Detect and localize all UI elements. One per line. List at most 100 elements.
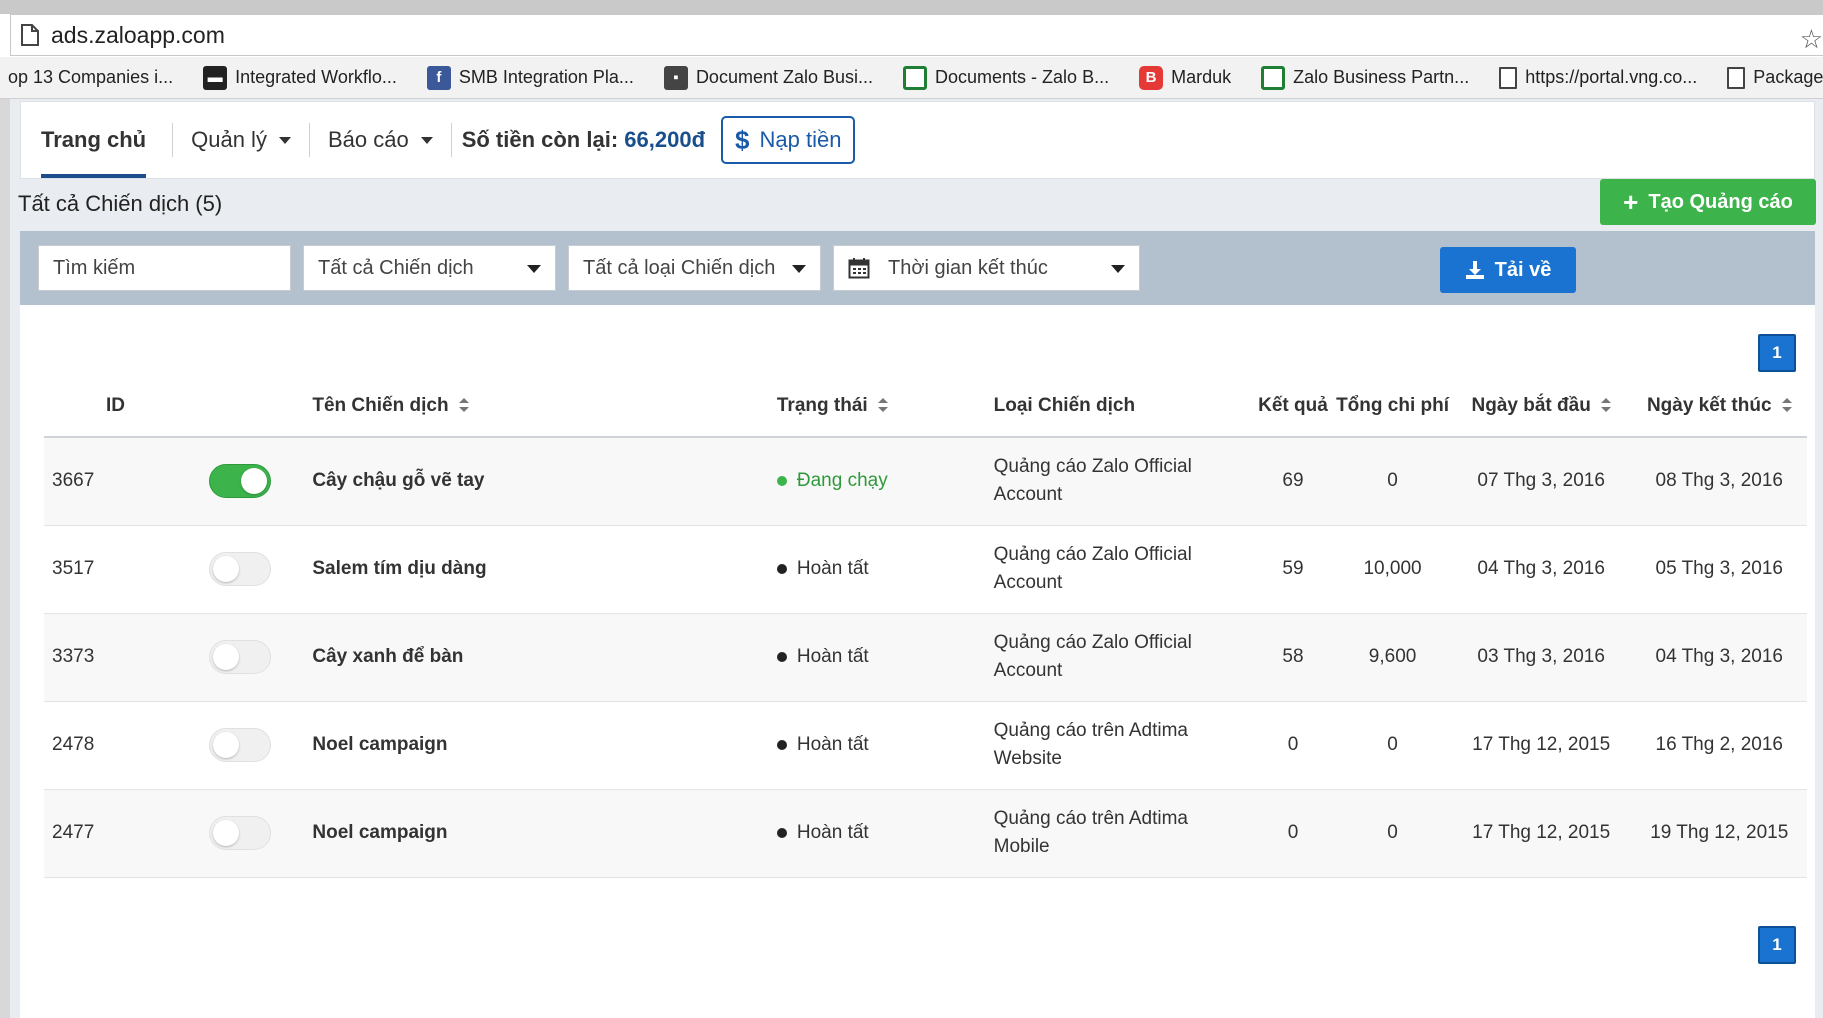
nav-manage[interactable]: Quản lý xyxy=(191,102,291,178)
sort-icon[interactable] xyxy=(1600,398,1611,413)
campaign-result: 69 xyxy=(1251,437,1335,526)
sort-icon[interactable] xyxy=(458,398,469,413)
column-header-start-date[interactable]: Ngày bắt đầu xyxy=(1450,375,1632,438)
campaign-filter-select[interactable]: Tất cả Chiến dịch xyxy=(303,245,556,291)
bookmark-item[interactable]: B Marduk xyxy=(1139,65,1231,90)
campaign-cost: 10,000 xyxy=(1334,525,1451,614)
download-button[interactable]: Tải về xyxy=(1440,247,1576,293)
campaign-status: Hoàn tất xyxy=(776,525,994,614)
campaign-status: Hoàn tất xyxy=(776,701,994,790)
page-icon xyxy=(21,24,39,46)
address-url[interactable]: ads.zaloapp.com xyxy=(51,22,225,49)
column-header-start-label: Ngày bắt đầu xyxy=(1471,394,1591,416)
bookmark-item[interactable]: Zalo Business Partn... xyxy=(1261,65,1470,90)
campaign-start-date: 07 Thg 3, 2016 xyxy=(1450,437,1632,526)
campaign-filter-value: Tất cả Chiến dịch xyxy=(318,256,474,279)
page-icon xyxy=(1499,66,1518,89)
column-header-end-label: Ngày kết thúc xyxy=(1646,394,1772,416)
folder-icon: ▪ xyxy=(663,65,688,90)
end-date-select[interactable]: Thời gian kết thúc xyxy=(833,245,1140,291)
page-icon xyxy=(1727,66,1746,89)
bookmark-label: op 13 Companies i... xyxy=(8,67,174,87)
spreadsheet-icon xyxy=(1261,65,1286,90)
campaign-toggle[interactable] xyxy=(209,816,272,850)
calendar-icon xyxy=(848,257,870,279)
campaign-type-line: Quảng cáo Zalo Official xyxy=(993,456,1192,478)
campaign-toggle[interactable] xyxy=(209,464,272,499)
campaign-toggle[interactable] xyxy=(209,640,272,674)
bookmark-label: Zalo Business Partn... xyxy=(1293,67,1470,87)
campaign-status: Hoàn tất xyxy=(776,613,994,702)
column-header-end-date[interactable]: Ngày kết thúc xyxy=(1631,375,1807,438)
campaign-toggle[interactable] xyxy=(209,552,272,586)
column-header-name[interactable]: Tên Chiến dịch xyxy=(312,375,777,438)
topup-button[interactable]: $ Nạp tiền xyxy=(721,116,856,164)
campaign-status-label: Hoàn tất xyxy=(796,646,869,667)
bookmark-item[interactable]: Documents - Zalo B... xyxy=(903,65,1109,90)
nav-divider xyxy=(308,123,310,157)
browser-frame xyxy=(0,0,1823,14)
nav-report[interactable]: Báo cáo xyxy=(328,102,433,178)
campaign-type: Quảng cáo Zalo Official Account xyxy=(993,613,1252,702)
campaign-result: 0 xyxy=(1251,701,1335,790)
bookmark-label: SMB Integration Pla... xyxy=(458,67,634,87)
column-header-status[interactable]: Trạng thái xyxy=(776,375,994,438)
campaign-table-panel: 1 ID Tên Chiến dịch Trạng thái Loại Chiế… xyxy=(20,305,1815,1018)
campaign-end-date: 19 Thg 12, 2015 xyxy=(1631,789,1807,878)
campaign-type: Quảng cáo Zalo Official Account xyxy=(993,437,1252,526)
campaign-start-date: 04 Thg 3, 2016 xyxy=(1450,525,1632,614)
end-date-value: Thời gian kết thúc xyxy=(888,256,1048,279)
download-label: Tải về xyxy=(1494,258,1552,281)
campaign-name[interactable]: Cây xanh để bàn xyxy=(312,613,777,702)
campaign-name[interactable]: Noel campaign xyxy=(312,789,777,878)
chevron-down-icon xyxy=(792,265,806,273)
campaign-status-label: Hoàn tất xyxy=(796,558,869,579)
campaign-type-line: Quảng cáo trên Adtima xyxy=(993,720,1188,741)
sort-icon[interactable] xyxy=(877,398,888,413)
create-ad-button[interactable]: + Tạo Quảng cáo xyxy=(1600,179,1816,225)
pagination-page-button[interactable]: 1 xyxy=(1758,334,1796,372)
bookmark-item[interactable]: f SMB Integration Pla... xyxy=(426,65,634,90)
campaign-name[interactable]: Salem tím dịu dàng xyxy=(312,525,777,614)
bookmark-item[interactable]: op 13 Companies i... xyxy=(8,67,173,88)
campaign-status-label: Đang chạy xyxy=(796,470,888,492)
address-bar[interactable]: ads.zaloapp.com ☆ xyxy=(10,14,1823,56)
bookmark-item[interactable]: ▬ Integrated Workflo... xyxy=(203,65,397,90)
toggle-cell xyxy=(209,701,313,790)
nav-home[interactable]: Trang chủ xyxy=(41,102,147,178)
table-row: 3517 Salem tím dịu dàng Hoàn tất Quảng c… xyxy=(44,525,1807,614)
campaign-start-date: 03 Thg 3, 2016 xyxy=(1450,613,1632,702)
campaign-name[interactable]: Cây chậu gỗ vẽ tay xyxy=(312,437,777,526)
filter-bar: Tìm kiếm Tất cả Chiến dịch Tất cả loại C… xyxy=(20,231,1815,305)
column-header-toggle xyxy=(209,375,313,438)
bookmark-item[interactable]: ▪ Document Zalo Busi... xyxy=(663,65,873,90)
campaign-type-line: Quảng cáo Zalo Official xyxy=(993,632,1192,653)
campaign-type-line: Quảng cáo Zalo Official xyxy=(993,544,1192,565)
facebook-icon: f xyxy=(426,65,451,90)
bookmark-item[interactable]: Package xyxy=(1727,66,1823,89)
column-header-result: Kết quả xyxy=(1251,375,1335,438)
bookmark-label: Integrated Workflo... xyxy=(235,67,397,87)
campaign-toggle[interactable] xyxy=(209,728,272,762)
bookmark-label: Package xyxy=(1753,67,1823,87)
campaign-end-date: 04 Thg 3, 2016 xyxy=(1631,613,1807,702)
search-input[interactable]: Tìm kiếm xyxy=(38,245,291,291)
campaign-id: 2478 xyxy=(44,701,210,790)
campaign-result: 0 xyxy=(1251,789,1335,878)
dark-logo-icon: ▬ xyxy=(203,65,228,90)
page-title: Tất cả Chiến dịch (5) xyxy=(18,191,223,216)
chevron-down-icon xyxy=(1111,265,1125,273)
campaign-name[interactable]: Noel campaign xyxy=(312,701,777,790)
pagination-page-button[interactable]: 1 xyxy=(1758,926,1796,964)
campaign-cost: 9,600 xyxy=(1334,613,1451,702)
bookmark-item[interactable]: https://portal.vng.co... xyxy=(1499,66,1697,89)
bookmark-star-icon[interactable]: ☆ xyxy=(1800,24,1823,55)
status-dot-icon xyxy=(776,563,787,574)
nav-report-label: Báo cáo xyxy=(327,127,409,152)
balance-label: Số tiền còn lại: xyxy=(461,127,619,152)
status-dot-icon xyxy=(776,651,787,662)
topup-label: Nạp tiền xyxy=(759,127,842,152)
status-dot-icon xyxy=(776,827,787,838)
sort-icon[interactable] xyxy=(1781,398,1792,413)
campaign-type-select[interactable]: Tất cả loại Chiến dịch xyxy=(568,245,821,291)
